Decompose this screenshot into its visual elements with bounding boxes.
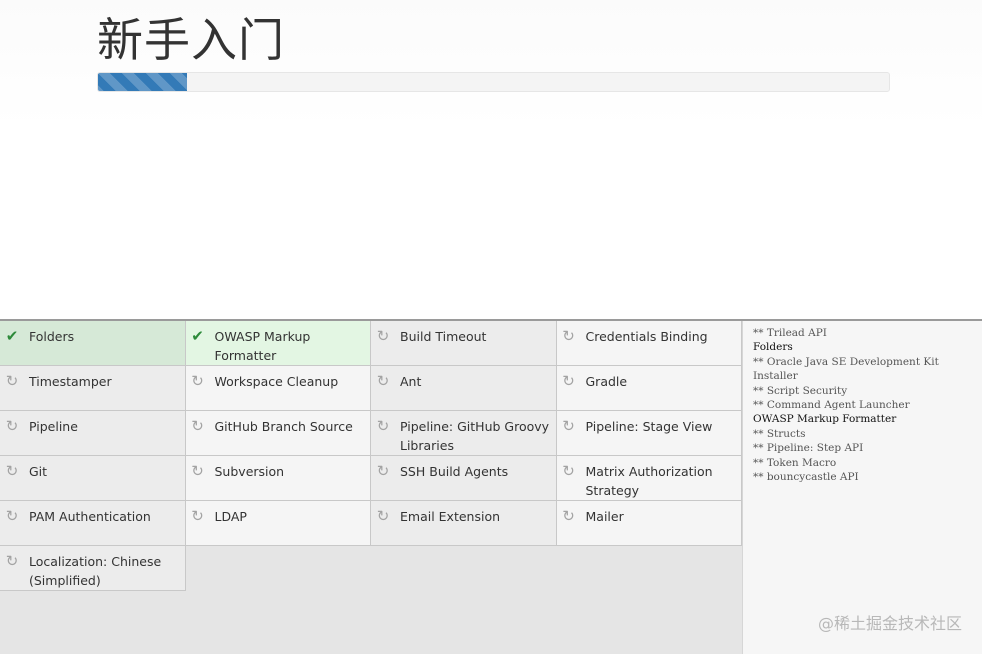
- page-header: 新手入门: [0, 0, 982, 320]
- plugin-item: ↻ SSH Build Agents: [371, 456, 557, 501]
- plugin-item-label: Localization: Chinese (Simplified): [29, 554, 162, 588]
- plugin-item: ↻ Mailer: [556, 501, 742, 546]
- refresh-icon: ↻: [562, 462, 575, 480]
- plugin-item-label: Pipeline: [29, 419, 78, 434]
- refresh-icon: ↻: [5, 552, 19, 570]
- plugin-item: ↻ Gradle: [556, 366, 742, 411]
- plugin-item-label: Folders: [29, 329, 75, 344]
- plugin-item: ↻ Localization: Chinese (Simplified): [0, 546, 186, 591]
- plugin-item-label: Build Timeout: [400, 329, 487, 344]
- plugin-item: ↻ Workspace Cleanup: [185, 366, 371, 411]
- refresh-icon: ↻: [191, 417, 204, 435]
- plugin-row: ↻ Localization: Chinese (Simplified): [0, 546, 742, 591]
- refresh-icon: ↻: [5, 417, 19, 435]
- plugin-item: ✔ Folders: [0, 321, 186, 366]
- plugin-item-label: OWASP Markup Formatter: [214, 329, 311, 363]
- plugin-item: ↻ Ant: [371, 366, 557, 411]
- refresh-icon: ↻: [376, 462, 390, 480]
- plugin-item-label: Email Extension: [400, 509, 501, 524]
- watermark: @稀土掘金技术社区: [817, 614, 962, 633]
- plugin-item: ↻ Subversion: [185, 456, 371, 501]
- plugin-item-label: Matrix Authorization Strategy: [585, 464, 713, 498]
- plugin-item: ↻ GitHub Branch Source: [185, 411, 371, 456]
- plugin-item-label: Gradle: [585, 374, 628, 389]
- install-progress-fill: [98, 73, 188, 91]
- plugin-row: ↻ Timestamper ↻ Workspace Cleanup ↻ Ant ↻ Gradl…: [0, 366, 742, 411]
- refresh-icon: ↻: [191, 372, 204, 390]
- plugin-item-label: GitHub Branch Source: [214, 419, 353, 434]
- plugin-item: ↻ Matrix Authorization Strategy: [556, 456, 742, 501]
- log-line: OWASP Markup Formatter: [753, 413, 897, 426]
- refresh-icon: ↻: [376, 507, 390, 525]
- plugin-grid: ✔ Folders ✔ OWASP Markup Formatter ↻ Build Ti…: [0, 321, 742, 591]
- plugin-row: ✔ Folders ✔ OWASP Markup Formatter ↻ Build Ti…: [0, 321, 742, 366]
- plugin-item: ↻ LDAP: [185, 501, 371, 546]
- plugin-item: ↻ PAM Authentication: [0, 501, 186, 546]
- refresh-icon: ↻: [376, 327, 390, 345]
- refresh-icon: ↻: [191, 462, 204, 480]
- plugin-item-label: LDAP: [214, 509, 247, 524]
- check-icon: ✔: [5, 327, 19, 345]
- refresh-icon: ↻: [5, 372, 19, 390]
- check-icon: ✔: [191, 327, 204, 345]
- plugin-item-label: SSH Build Agents: [400, 464, 509, 479]
- plugin-install-panel: ✔ Folders ✔ OWASP Markup Formatter ↻ Build Ti…: [0, 321, 742, 654]
- refresh-icon: ↻: [562, 507, 575, 525]
- log-line: ** Oracle Java SE Development Kit Instal…: [753, 355, 943, 383]
- plugin-row: ↻ Pipeline ↻ GitHub Branch Source ↻ Pipeline:…: [0, 411, 742, 456]
- refresh-icon: ↻: [376, 372, 390, 390]
- plugin-item-label: Subversion: [214, 464, 285, 479]
- plugin-item-label: Ant: [400, 374, 422, 389]
- plugin-item: ↻ Pipeline: [0, 411, 186, 456]
- refresh-icon: ↻: [191, 507, 204, 525]
- log-line: ** Command Agent Launcher: [753, 399, 910, 412]
- refresh-icon: ↻: [562, 327, 575, 345]
- log-line: ** bouncycastle API: [753, 471, 859, 484]
- install-log: ** Trilead API Folders ** Oracle Java SE D…: [742, 321, 982, 654]
- plugin-item: ↻ Pipeline: GitHub Groovy Libraries: [371, 411, 557, 456]
- log-line: ** Token Macro: [753, 456, 837, 469]
- refresh-icon: ↻: [5, 507, 19, 525]
- log-line: Folders: [753, 341, 793, 354]
- refresh-icon: ↻: [376, 417, 390, 435]
- plugin-item-label: Timestamper: [29, 374, 112, 389]
- page-title: 新手入门: [97, 13, 285, 67]
- plugin-item-label: Mailer: [585, 509, 624, 524]
- plugin-item-label: Credentials Binding: [585, 329, 708, 344]
- plugin-item: ↻ Build Timeout: [371, 321, 557, 366]
- refresh-icon: ↻: [5, 462, 19, 480]
- refresh-icon: ↻: [562, 372, 575, 390]
- log-line: ** Pipeline: Step API: [753, 442, 864, 455]
- log-line: ** Trilead API: [753, 327, 827, 339]
- plugin-item: ↻ Pipeline: Stage View: [556, 411, 742, 456]
- plugin-item: ↻ Credentials Binding: [556, 321, 742, 366]
- plugin-item: ↻ Email Extension: [371, 501, 557, 546]
- plugin-row: ↻ PAM Authentication ↻ LDAP ↻ Email Extension…: [0, 501, 742, 546]
- refresh-icon: ↻: [562, 417, 575, 435]
- plugin-item-label: Git: [29, 464, 48, 479]
- plugin-item-label: Pipeline: Stage View: [585, 419, 713, 434]
- plugin-item-label: PAM Authentication: [29, 509, 151, 524]
- plugin-item-label: Workspace Cleanup: [214, 374, 339, 389]
- log-line: ** Script Security: [753, 384, 848, 397]
- plugin-item: ↻ Timestamper: [0, 366, 186, 411]
- plugin-item: ↻ Git: [0, 456, 186, 501]
- plugin-row: ↻ Git ↻ Subversion ↻ SSH Build Agents ↻ Matrix …: [0, 456, 742, 501]
- plugin-item: ✔ OWASP Markup Formatter: [185, 321, 371, 366]
- plugin-item-label: Pipeline: GitHub Groovy Libraries: [400, 419, 550, 453]
- log-line: ** Structs: [753, 427, 806, 440]
- install-progress-bar: [97, 72, 890, 92]
